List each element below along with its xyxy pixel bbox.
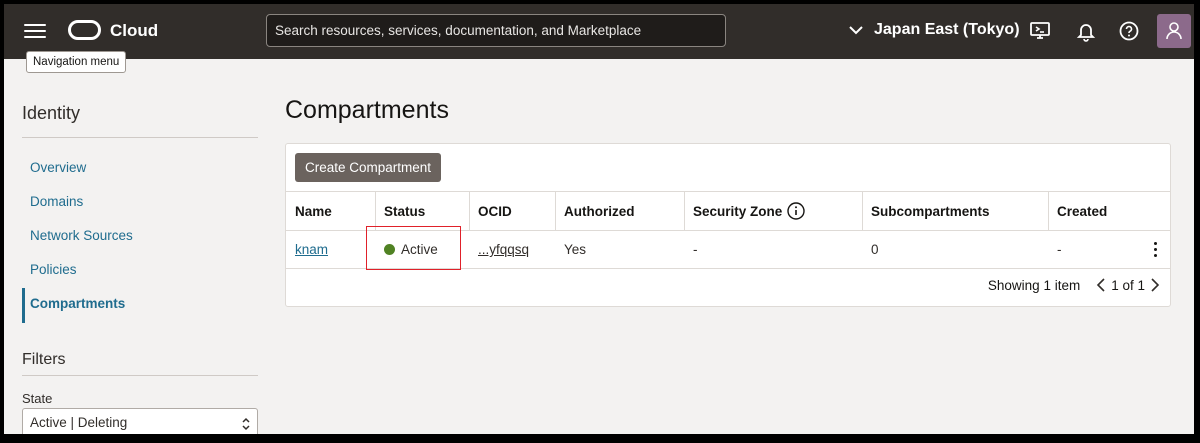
filters-title: Filters	[22, 351, 66, 368]
column-header-created[interactable]: Created	[1048, 192, 1170, 230]
sidebar-title: Identity	[22, 103, 81, 123]
help-icon[interactable]	[1118, 20, 1140, 42]
security-zone-label: Security Zone	[693, 203, 783, 219]
state-select[interactable]: Active | Deleting	[22, 408, 258, 434]
select-arrows-icon	[242, 417, 250, 431]
sidebar: Identity Overview Domains Network Source…	[22, 59, 258, 434]
column-header-subcompartments[interactable]: Subcompartments	[862, 192, 1048, 230]
chevron-down-icon	[849, 26, 863, 35]
sidebar-item-domains[interactable]: Domains	[30, 194, 83, 209]
column-header-ocid[interactable]: OCID	[469, 192, 555, 230]
hamburger-menu-icon[interactable]	[24, 21, 46, 41]
cell-authorized: Yes	[564, 242, 587, 257]
chevron-right-icon[interactable]	[1148, 277, 1162, 293]
cell-security-zone: -	[693, 242, 698, 257]
page-indicator: 1 of 1	[1111, 277, 1145, 293]
top-header: Cloud Japan East (Tokyo)	[4, 4, 1194, 59]
sidebar-item-policies[interactable]: Policies	[30, 262, 77, 277]
filters-divider	[22, 375, 258, 376]
avatar[interactable]	[1157, 14, 1191, 48]
region-label: Japan East (Tokyo)	[874, 21, 1020, 38]
compartments-table-card: Create Compartment Name Status OCID Auth…	[285, 143, 1171, 307]
brand-label[interactable]: Cloud	[110, 21, 158, 41]
column-header-authorized[interactable]: Authorized	[555, 192, 684, 230]
showing-count: Showing 1 item	[987, 277, 1081, 293]
bell-icon[interactable]	[1075, 20, 1097, 42]
chevron-left-icon[interactable]	[1094, 277, 1108, 293]
sidebar-item-compartments[interactable]: Compartments	[30, 296, 125, 311]
compartment-name-link[interactable]: knam	[295, 242, 328, 257]
column-header-security-zone[interactable]: Security Zone	[684, 192, 862, 230]
search-input[interactable]	[266, 14, 726, 47]
column-header-name[interactable]: Name	[286, 192, 375, 230]
active-indicator	[22, 288, 25, 323]
status-highlight-box	[366, 226, 461, 270]
region-selector[interactable]: Japan East (Tokyo)	[846, 20, 1020, 40]
info-icon[interactable]	[787, 202, 805, 220]
state-label: State	[22, 391, 53, 406]
ocid-link[interactable]: ...yfqqsq	[478, 242, 529, 257]
cell-name: knam	[286, 231, 375, 268]
create-compartment-button[interactable]: Create Compartment	[295, 153, 442, 182]
cell-created: -	[1057, 242, 1062, 257]
sidebar-item-network-sources[interactable]: Network Sources	[30, 228, 133, 243]
pagination: Showing 1 item 1 of 1	[988, 277, 1162, 293]
row-actions-icon[interactable]	[1154, 242, 1158, 258]
table-header-row: Name Status OCID Authorized Security Zon…	[286, 191, 1170, 231]
cell-subcompartments: 0	[871, 242, 879, 257]
app-frame: Cloud Japan East (Tokyo)	[4, 4, 1194, 434]
page-title: Compartments	[285, 96, 449, 124]
sidebar-item-overview[interactable]: Overview	[30, 160, 86, 175]
user-icon	[1166, 22, 1182, 40]
oracle-logo-icon[interactable]	[68, 20, 101, 40]
column-header-status[interactable]: Status	[375, 192, 469, 230]
cell-ocid: ...yfqqsq	[469, 231, 555, 268]
sidebar-divider	[22, 137, 258, 138]
cloud-shell-icon[interactable]	[1029, 20, 1051, 42]
state-select-value: Active | Deleting	[30, 415, 128, 430]
